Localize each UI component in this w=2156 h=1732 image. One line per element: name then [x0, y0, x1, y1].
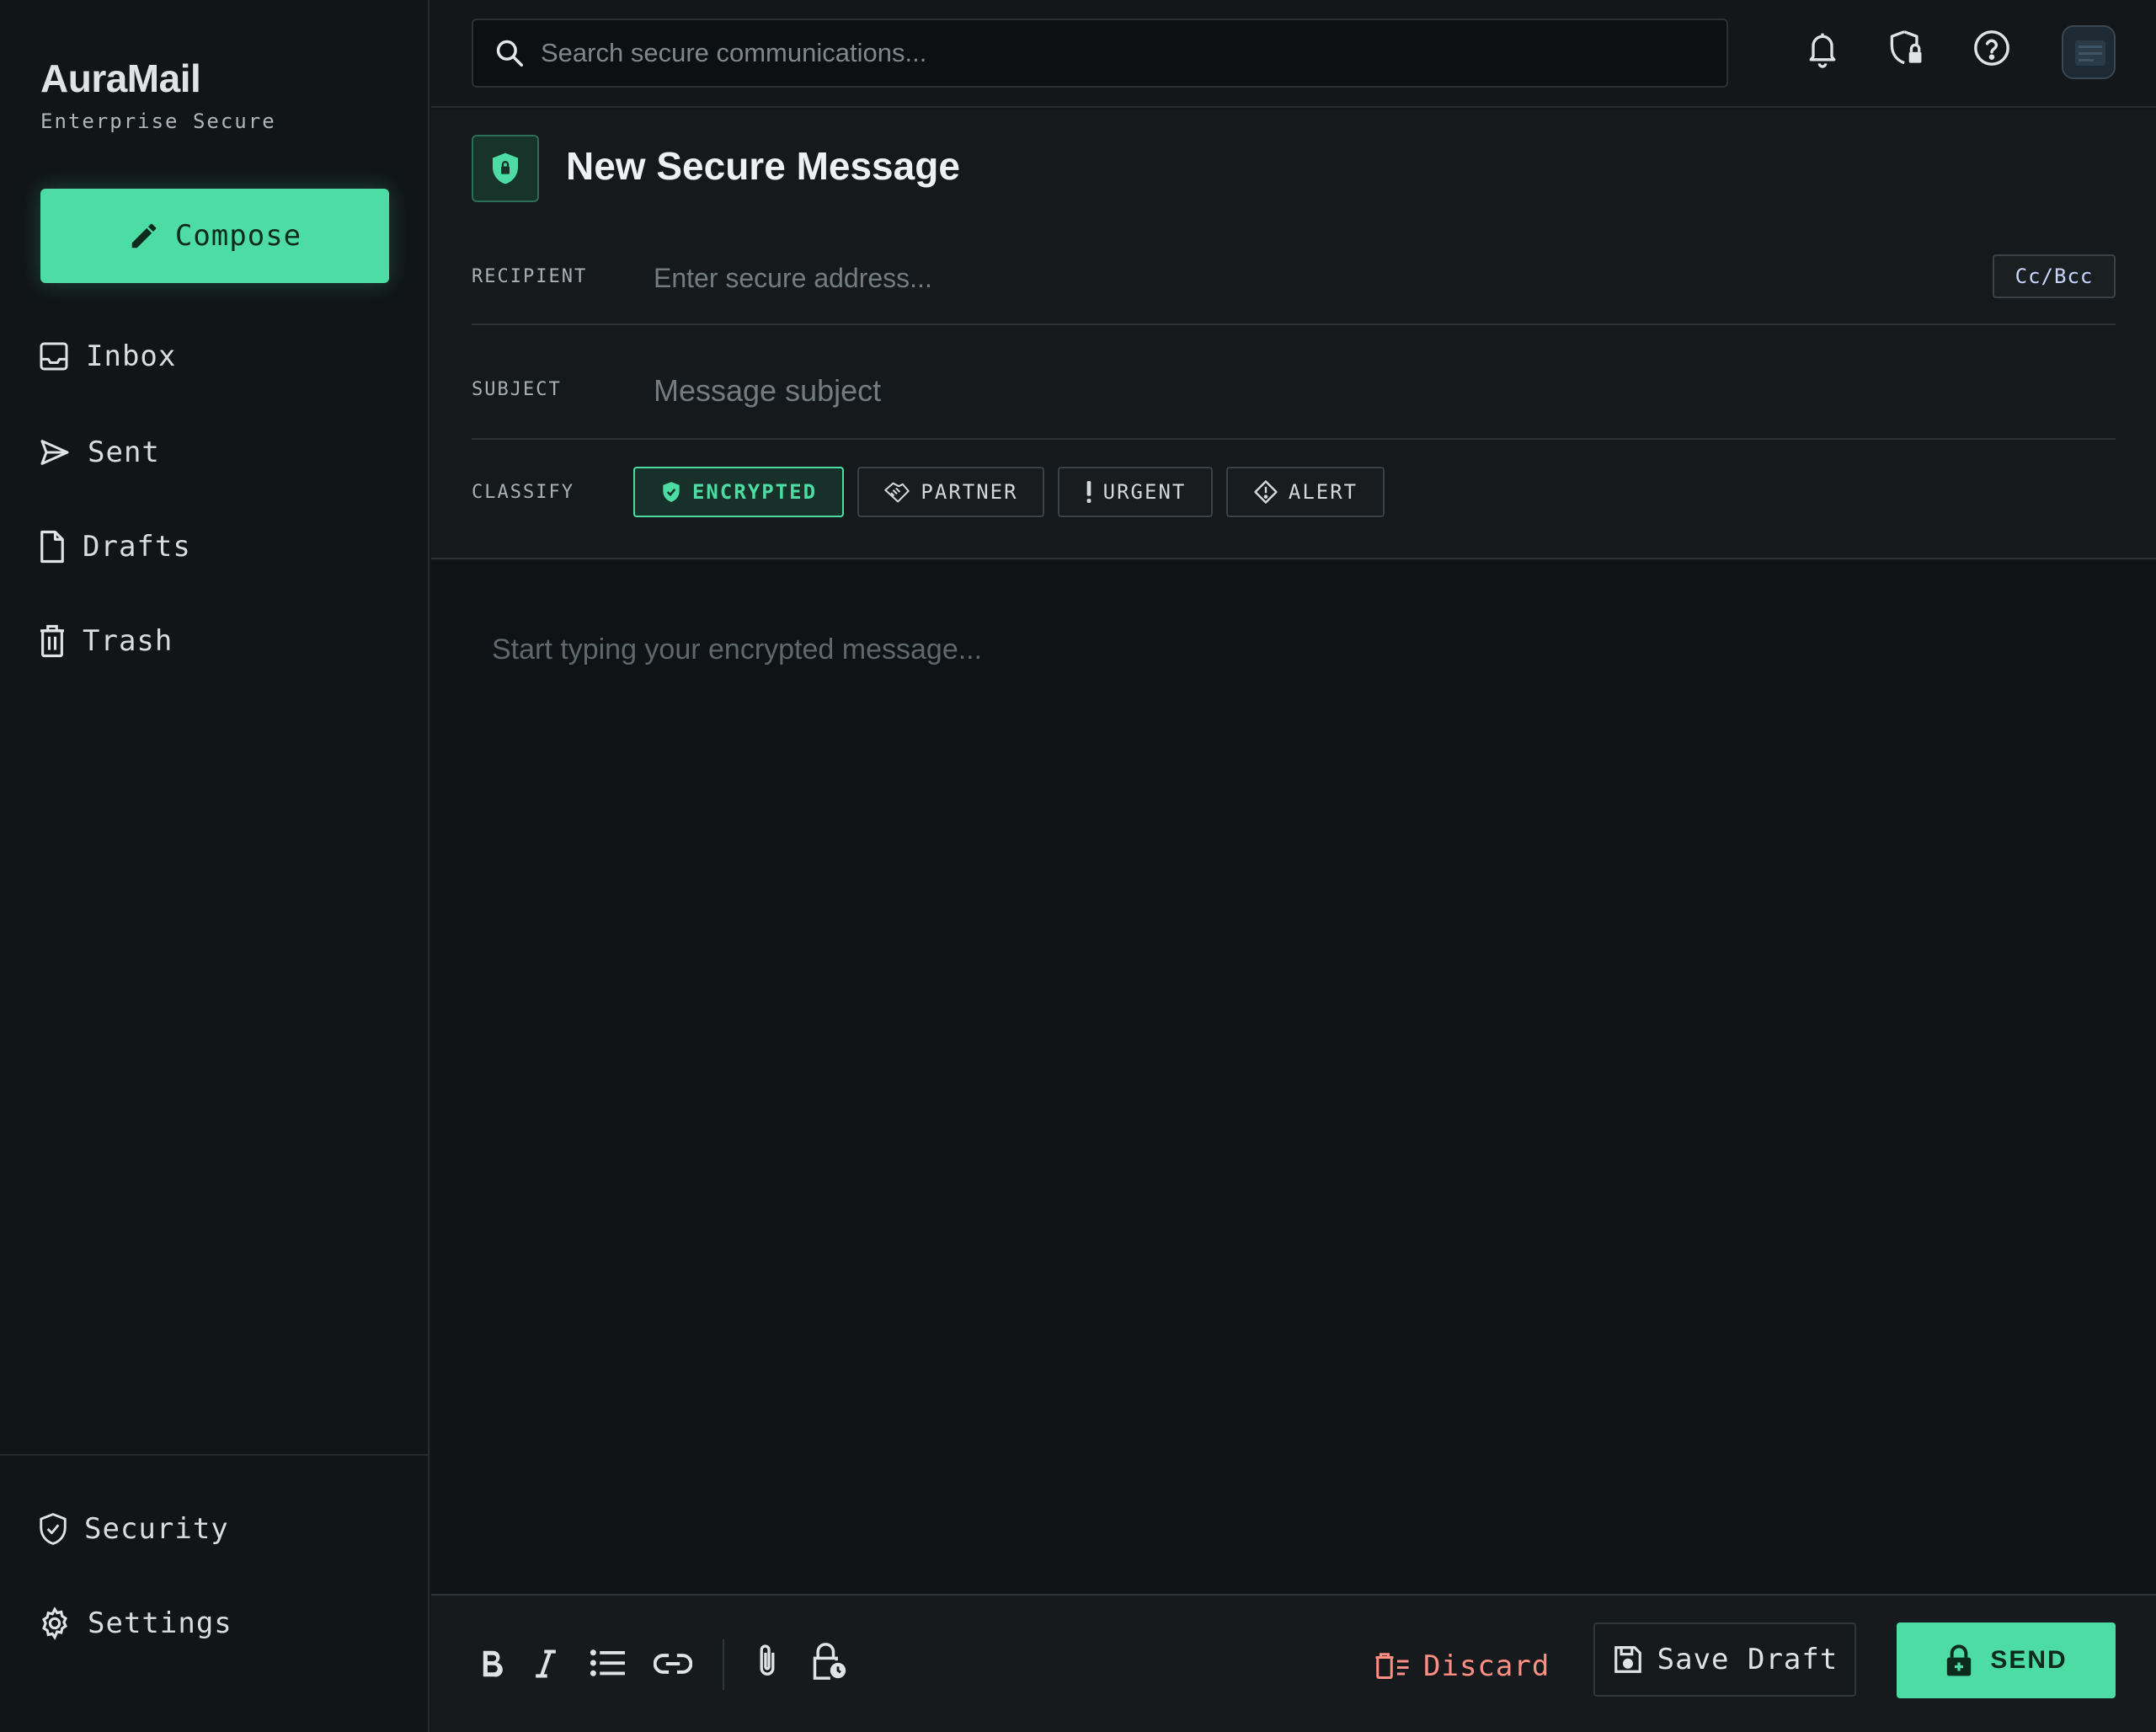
tag-alert[interactable]: ALERT [1226, 467, 1385, 517]
discard-button[interactable]: Discard [1374, 1629, 1560, 1703]
sidebar-item-trash[interactable]: Trash [37, 612, 391, 671]
compose-button[interactable]: Compose [40, 189, 389, 283]
save-draft-label: Save Draft [1657, 1643, 1838, 1676]
sidebar-item-settings[interactable]: Settings [37, 1594, 391, 1653]
gear-icon [37, 1606, 72, 1641]
recipient-input[interactable] [654, 254, 1967, 302]
recipient-label: RECIPIENT [472, 266, 588, 287]
classify-label: CLASSIFY [472, 482, 574, 503]
sidebar-item-inbox[interactable]: Inbox [37, 327, 391, 386]
tag-label: ENCRYPTED [691, 480, 818, 504]
sidebar-item-sent[interactable]: Sent [37, 423, 391, 482]
sidebar-item-label: Drafts [83, 530, 191, 564]
sidebar-item-label: Sent [88, 436, 160, 469]
send-button[interactable]: SEND [1897, 1622, 2116, 1698]
tag-label: URGENT [1102, 480, 1187, 504]
tag-label: ALERT [1288, 480, 1358, 504]
secure-badge [472, 135, 539, 202]
sidebar-item-drafts[interactable]: Drafts [37, 517, 391, 576]
search-icon [494, 37, 526, 69]
tag-encrypted[interactable]: ENCRYPTED [633, 467, 844, 517]
search-bar[interactable] [472, 19, 1728, 88]
discard-label: Discard [1423, 1649, 1550, 1683]
diamond-alert-icon [1253, 479, 1278, 505]
message-textarea[interactable] [492, 633, 2092, 1543]
compose-header: New Secure Message RECIPIENT Cc/Bcc SUBJ… [431, 110, 2156, 559]
shield-lock-icon[interactable] [1886, 29, 1925, 69]
timed-lock-icon[interactable] [810, 1641, 847, 1681]
send-label: SEND [1990, 1646, 2068, 1674]
message-body [431, 561, 2156, 1594]
topbar [431, 0, 2156, 108]
tag-label: PARTNER [921, 480, 1018, 504]
save-draft-button[interactable]: Save Draft [1593, 1622, 1856, 1697]
sidebar-divider [0, 1454, 430, 1456]
bold-icon[interactable] [480, 1649, 504, 1678]
handshake-icon [883, 480, 910, 504]
tag-partner[interactable]: PARTNER [857, 467, 1044, 517]
sidebar-item-label: Inbox [86, 339, 177, 373]
avatar[interactable] [2062, 25, 2116, 79]
cc-bcc-button[interactable]: Cc/Bcc [1993, 254, 2116, 298]
shield-check-icon [660, 480, 682, 504]
trash-list-icon [1374, 1652, 1410, 1681]
subject-divider [472, 438, 2116, 440]
trash-icon [37, 623, 67, 659]
lock-plus-icon [1945, 1644, 1973, 1677]
shield-check-icon [37, 1511, 69, 1547]
exclamation-icon [1085, 480, 1093, 504]
recipient-divider [472, 323, 2116, 325]
pencil-icon [128, 220, 160, 252]
compose-toolbar: Discard Save Draft SEND [431, 1594, 2156, 1732]
page-title: New Secure Message [566, 144, 960, 188]
subject-label: SUBJECT [472, 379, 562, 400]
inbox-icon [37, 339, 71, 373]
toolbar-separator [723, 1639, 724, 1690]
list-icon[interactable] [590, 1648, 625, 1678]
bell-icon[interactable] [1804, 29, 1841, 69]
sidebar-item-label: Trash [83, 624, 173, 658]
help-icon[interactable] [1972, 29, 2011, 67]
link-icon[interactable] [654, 1651, 692, 1676]
compose-label: Compose [174, 219, 302, 253]
sidebar-item-label: Settings [88, 1606, 232, 1640]
app-tagline: Enterprise Secure [40, 110, 276, 133]
sidebar-item-label: Security [84, 1512, 229, 1546]
brand: AuraMail Enterprise Secure [40, 56, 276, 133]
subject-input[interactable] [654, 364, 2085, 418]
sidebar: AuraMail Enterprise Secure Compose Inbox… [0, 0, 430, 1732]
search-input[interactable] [541, 38, 1703, 68]
document-icon [37, 529, 67, 564]
floppy-disk-icon [1612, 1644, 1644, 1676]
app-name: AuraMail [40, 56, 201, 100]
shield-lock-icon [488, 150, 522, 187]
sidebar-item-security[interactable]: Security [37, 1499, 391, 1558]
attachment-icon[interactable] [753, 1643, 782, 1680]
italic-icon[interactable] [534, 1649, 558, 1678]
tag-urgent[interactable]: URGENT [1058, 467, 1213, 517]
send-arrow-icon [37, 436, 72, 469]
